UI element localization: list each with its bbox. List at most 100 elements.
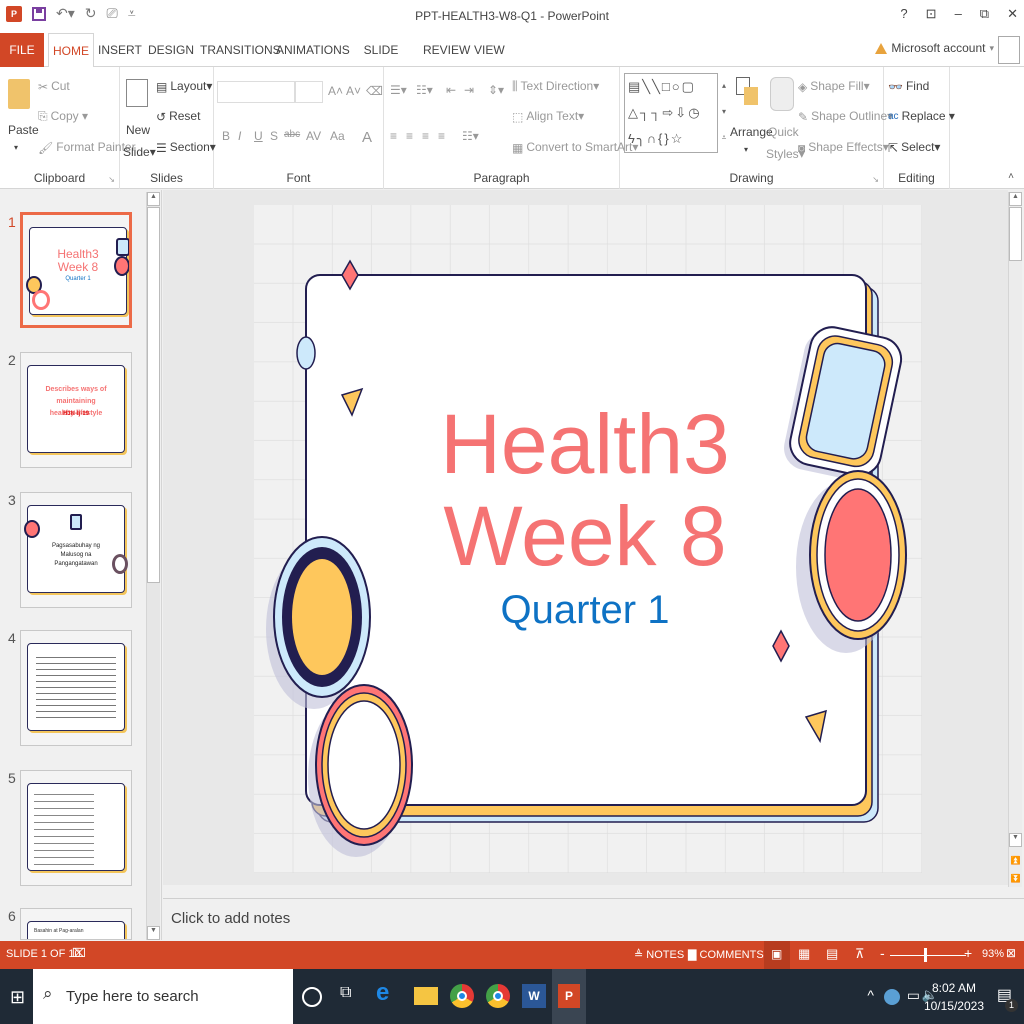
- zoom-slider-thumb[interactable]: [924, 948, 928, 962]
- slide-thumbnail-3[interactable]: Pagsasabuhay ng Malusog na Pangangatawan: [20, 492, 132, 608]
- word-icon[interactable]: W: [522, 984, 546, 1008]
- tab-slide-show[interactable]: SLIDE SHOW: [350, 33, 412, 91]
- shape-fill-button[interactable]: ◈ Shape Fill▾: [798, 79, 870, 94]
- tab-design[interactable]: DESIGN: [148, 33, 194, 67]
- task-view-icon[interactable]: ⧉: [340, 984, 364, 1008]
- tab-file[interactable]: FILE: [0, 33, 44, 67]
- zoom-slider-track[interactable]: [890, 955, 966, 956]
- chrome-profile-1-icon[interactable]: [450, 984, 474, 1008]
- comments-toggle[interactable]: ▇ COMMENTS: [688, 948, 764, 961]
- slide-sorter-icon[interactable]: ▦: [798, 946, 810, 962]
- slide-canvas[interactable]: Health3 Week 8 Quarter 1: [254, 205, 922, 873]
- tab-review[interactable]: REVIEW: [423, 33, 470, 67]
- change-case-button[interactable]: Aa: [330, 129, 345, 143]
- tab-view[interactable]: VIEW: [474, 33, 505, 67]
- line-spacing-icon[interactable]: ⇕▾: [488, 83, 504, 97]
- zoom-level[interactable]: 93%: [982, 948, 1004, 960]
- scroll-thumb[interactable]: [1009, 207, 1022, 261]
- tab-transitions[interactable]: TRANSITIONS: [200, 33, 281, 67]
- slide-subtitle[interactable]: Quarter 1: [501, 588, 670, 632]
- font-color-button[interactable]: A: [362, 129, 372, 146]
- chrome-profile-2-icon[interactable]: [486, 984, 510, 1008]
- zoom-in-button[interactable]: +: [964, 945, 972, 961]
- restore-icon[interactable]: ⧉: [980, 6, 989, 22]
- help-icon[interactable]: ?: [900, 6, 907, 22]
- powerpoint-taskbar-button[interactable]: P: [552, 969, 586, 1024]
- increase-indent-icon[interactable]: ⇥: [464, 83, 474, 97]
- bold-button[interactable]: B: [222, 129, 230, 143]
- scroll-up-icon[interactable]: ▲: [147, 192, 160, 206]
- slide-thumbnail-6[interactable]: Basahin at Pag-aralan: [20, 908, 132, 940]
- arrange-button[interactable]: Arrange: [730, 125, 773, 139]
- cortana-icon[interactable]: [302, 987, 322, 1007]
- notes-pane[interactable]: Click to add notes: [163, 898, 1024, 940]
- windows-start-icon[interactable]: ⊞: [10, 987, 25, 1008]
- fit-to-window-icon[interactable]: ⊠: [1006, 946, 1016, 960]
- scroll-up-icon[interactable]: ▲: [1009, 192, 1022, 206]
- slide-thumbnail-1[interactable]: Health3 Week 8 Quarter 1: [20, 212, 132, 328]
- quick-styles-button[interactable]: Quick: [768, 125, 799, 139]
- align-text-button[interactable]: ⬚ Align Text▾: [512, 109, 584, 124]
- user-avatar[interactable]: [998, 36, 1020, 64]
- arrange-dropdown-icon[interactable]: ▾: [744, 145, 748, 154]
- spell-check-icon[interactable]: ⌧: [72, 946, 86, 960]
- character-spacing-button[interactable]: AV: [306, 129, 321, 143]
- slideshow-view-icon[interactable]: ⊼: [855, 946, 865, 962]
- columns-icon[interactable]: ☷▾: [462, 129, 479, 143]
- notes-toggle[interactable]: ≜ NOTES: [634, 948, 684, 961]
- show-hidden-icons[interactable]: ^: [867, 987, 874, 1003]
- edge-icon[interactable]: e: [376, 979, 400, 1006]
- slide-thumbnail-4[interactable]: [20, 630, 132, 746]
- align-right-icon[interactable]: ≡: [422, 129, 429, 143]
- copy-button[interactable]: ⎘ Copy ▾: [38, 109, 88, 124]
- paste-dropdown-icon[interactable]: ▾: [14, 143, 18, 152]
- normal-view-button[interactable]: ▣: [764, 941, 790, 969]
- zoom-out-button[interactable]: -: [880, 945, 885, 961]
- align-center-icon[interactable]: ≡: [406, 129, 413, 143]
- tab-insert[interactable]: INSERT: [98, 33, 142, 67]
- notes-placeholder[interactable]: Click to add notes: [171, 910, 290, 927]
- align-left-icon[interactable]: ≡: [390, 129, 397, 143]
- text-direction-button[interactable]: ⫼ Text Direction▾: [512, 79, 599, 94]
- grow-font-icon[interactable]: A˄: [328, 84, 343, 98]
- onedrive-icon[interactable]: [884, 989, 900, 1005]
- slide-title-line1[interactable]: Health3: [440, 397, 730, 491]
- bullets-icon[interactable]: ☰▾: [390, 83, 407, 97]
- next-slide-icon[interactable]: ⏬: [1009, 874, 1022, 883]
- section-button[interactable]: ☰ Section▾: [156, 140, 216, 155]
- slide-title-line2[interactable]: Week 8: [443, 489, 726, 583]
- slide-thumbnail-2[interactable]: Describes ways of maintaining healthy lif…: [20, 352, 132, 468]
- shape-effects-button[interactable]: ◙ Shape Effects▾: [798, 140, 889, 155]
- decrease-indent-icon[interactable]: ⇤: [446, 83, 456, 97]
- thumbnail-scrollbar[interactable]: ▲ ▼: [146, 192, 160, 940]
- layout-button[interactable]: ▤ Layout▾: [156, 79, 212, 94]
- gallery-scroll[interactable]: ▴ ▾ ⩡: [717, 73, 730, 153]
- file-explorer-icon[interactable]: [414, 987, 438, 1005]
- tab-animations[interactable]: ANIMATIONS: [276, 33, 350, 67]
- scroll-down-icon[interactable]: ▼: [1009, 833, 1022, 847]
- clear-formatting-icon[interactable]: ⌫: [366, 84, 383, 98]
- font-name-select[interactable]: [217, 81, 295, 103]
- underline-button[interactable]: U: [254, 129, 263, 143]
- paste-button[interactable]: Paste: [8, 123, 39, 137]
- shadow-button[interactable]: S: [270, 129, 278, 143]
- scroll-thumb[interactable]: [147, 207, 160, 583]
- dialog-launcher-icon[interactable]: ↘: [872, 175, 879, 184]
- shapes-gallery[interactable]: ▤╲╲□○▢ △┐┐⇨⇩◷ ϟ╮∩{}☆: [624, 73, 730, 153]
- taskbar-search[interactable]: ⌕ Type here to search: [33, 969, 293, 1024]
- shape-outline-button[interactable]: ✎ Shape Outline▾: [798, 109, 893, 124]
- scroll-down-icon[interactable]: ▼: [147, 926, 160, 940]
- cut-button[interactable]: ✂ Cut: [38, 79, 70, 94]
- collapse-ribbon-icon[interactable]: ˄: [1008, 171, 1014, 182]
- previous-slide-icon[interactable]: ⏫: [1009, 856, 1022, 865]
- tab-home[interactable]: HOME: [48, 33, 94, 68]
- close-icon[interactable]: ✕: [1007, 6, 1018, 22]
- account-menu[interactable]: Microsoft account ▾: [875, 41, 994, 55]
- strikethrough-button[interactable]: abc: [284, 129, 300, 140]
- editor-scrollbar[interactable]: ▲ ▼ ⏫ ⏬: [1008, 192, 1022, 887]
- replace-button[interactable]: ac Replace ▾: [888, 109, 955, 123]
- justify-icon[interactable]: ≡: [438, 129, 445, 143]
- font-size-select[interactable]: [295, 81, 323, 103]
- network-icon[interactable]: ▭: [907, 987, 920, 1004]
- new-slide-dropdown[interactable]: Slide▾: [123, 145, 156, 159]
